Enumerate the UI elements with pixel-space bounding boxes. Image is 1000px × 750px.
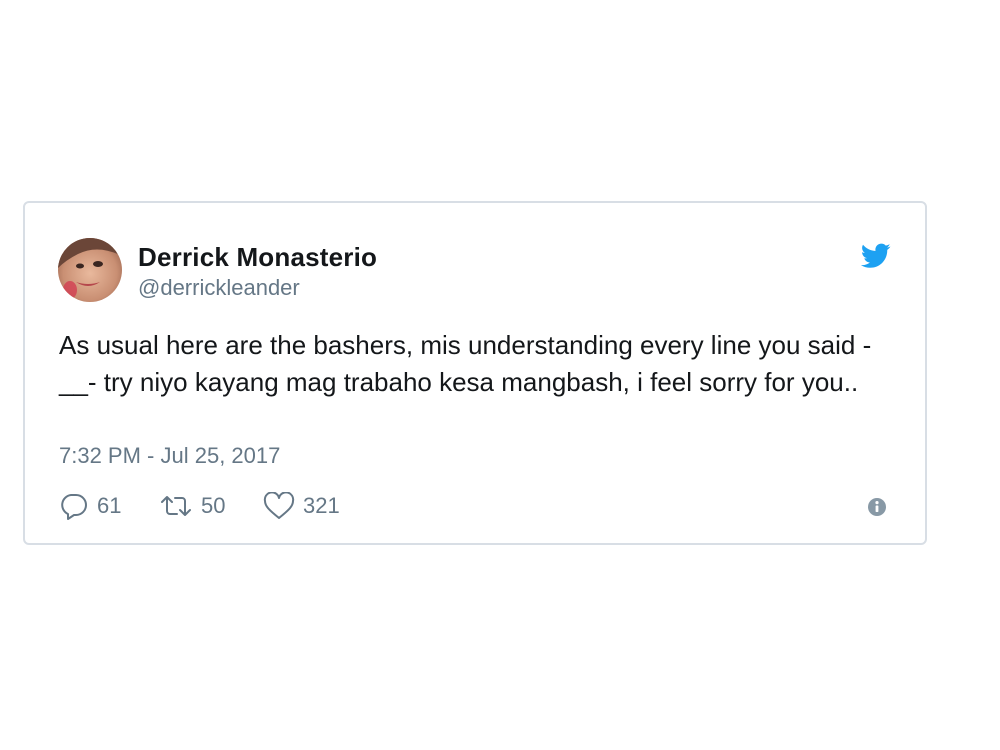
avatar[interactable]	[58, 238, 122, 302]
tweet-timestamp[interactable]: 7:32 PM - Jul 25, 2017	[59, 443, 280, 469]
author-handle[interactable]: @derrickleander	[138, 275, 300, 301]
reply-icon	[61, 494, 87, 520]
retweet-button[interactable]: 50	[159, 491, 225, 521]
heart-icon	[263, 492, 295, 519]
retweet-icon	[161, 496, 191, 516]
info-icon[interactable]	[867, 497, 887, 517]
tweet-text: As usual here are the bashers, mis under…	[59, 330, 872, 397]
avatar-image	[58, 238, 122, 302]
reply-button[interactable]: 61	[59, 491, 121, 521]
retweet-count: 50	[201, 493, 226, 518]
tweet-card: Derrick Monasterio @derrickleander As us…	[23, 201, 927, 545]
like-count: 321	[303, 493, 340, 518]
twitter-bird-icon[interactable]	[860, 243, 891, 269]
reply-count: 61	[97, 493, 122, 518]
like-button[interactable]: 321	[263, 491, 340, 521]
author-name[interactable]: Derrick Monasterio	[138, 242, 377, 273]
